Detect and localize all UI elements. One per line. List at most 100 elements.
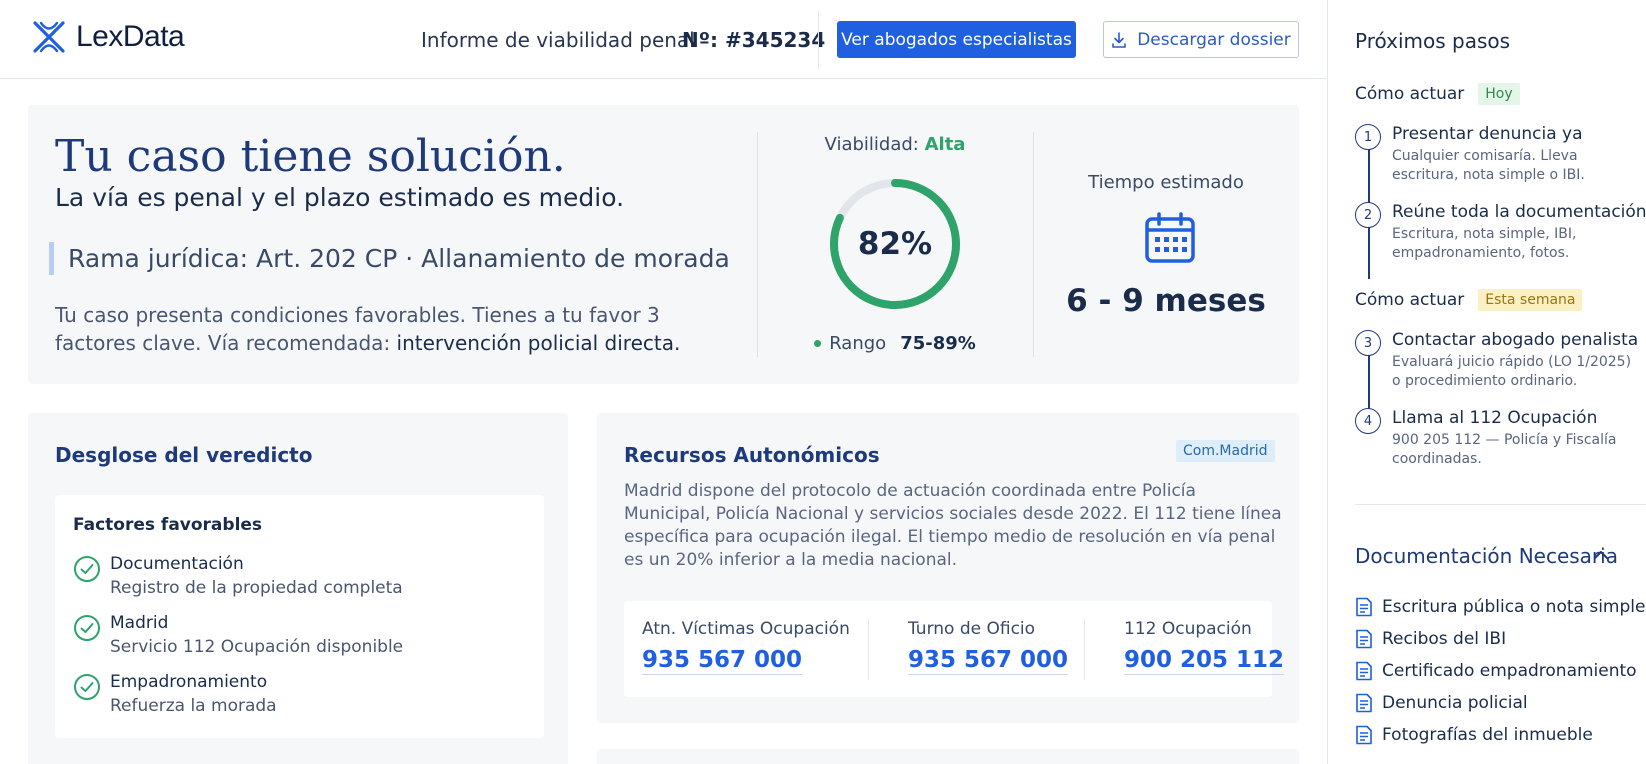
document-icon (1356, 693, 1372, 713)
brand-logo[interactable]: LexData (32, 20, 185, 54)
verdict-breakdown-card: Desglose del veredicto Factores favorabl… (28, 413, 568, 764)
step-number: 2 (1355, 202, 1381, 228)
region-badge: Com.Madrid (1176, 440, 1275, 462)
step-group-badge: Hoy (1478, 83, 1520, 105)
factor-detail: Refuerza la morada (110, 696, 277, 716)
x-logo-icon (33, 21, 65, 53)
doc-label: Recibos del IBI (1382, 629, 1507, 649)
regional-resources-card: Recursos Autonómicos Com.Madrid Madrid d… (597, 413, 1299, 723)
doc-item[interactable]: Recibos del IBI (1355, 629, 1506, 649)
header-divider (818, 11, 819, 69)
next-card (597, 749, 1299, 764)
step-number: 3 (1355, 330, 1381, 356)
verdict-summary-card: Tu caso tiene solución. La vía es penal … (28, 105, 1299, 384)
doc-label: Fotografías del inmueble (1382, 725, 1593, 745)
document-icon (1356, 725, 1372, 745)
download-icon (1112, 31, 1127, 48)
factor-title: Empadronamiento (110, 672, 268, 692)
factor-title: Madrid (110, 613, 169, 633)
contacts-panel: Atn. Víctimas Ocupación 935 567 000 Turn… (624, 601, 1285, 697)
step-group-badge: Esta semana (1478, 289, 1583, 311)
time-value: 6 - 9 meses (1066, 283, 1266, 319)
next-steps-sidebar: Próximos pasos Cómo actuar Hoy 1 Present… (1327, 0, 1646, 764)
hero-title: Tu caso tiene solución. (55, 131, 566, 182)
contact-phone-link[interactable]: 935 567 000 (642, 647, 803, 675)
hero-divider (757, 132, 758, 357)
favorable-factors-title: Factores favorables (73, 515, 263, 535)
step-detail: Cualquier comisaría. Lleva escritura, no… (1392, 148, 1585, 183)
doc-item[interactable]: Fotografías del inmueble (1355, 725, 1593, 745)
step-group-label: Cómo actuar (1355, 84, 1465, 104)
factor-detail: Servicio 112 Ocupación disponible (110, 637, 404, 657)
step-detail: Escritura, nota simple, IBI, empadronami… (1392, 226, 1577, 261)
report-number: Nº: #345234 (682, 28, 826, 52)
viability-label-text: Viabilidad: (824, 134, 919, 155)
hero-divider-2 (1033, 132, 1034, 357)
download-dossier-button[interactable]: Descargar dossier (1103, 21, 1299, 58)
contact-divider (868, 619, 869, 679)
contact-label: Atn. Víctimas Ocupación (642, 619, 850, 639)
calendar-icon (1145, 212, 1195, 263)
doc-label: Certificado empadronamiento (1382, 661, 1637, 681)
contact-phone-link[interactable]: 935 567 000 (908, 647, 1069, 675)
regional-resources-title: Recursos Autonómicos (624, 443, 880, 467)
range-value: 75-89% (900, 333, 976, 354)
contact-victims: Atn. Víctimas Ocupación 935 567 000 (642, 619, 850, 675)
factor-detail: Registro de la propiedad completa (110, 578, 403, 598)
document-icon (1356, 629, 1372, 649)
contact-112: 112 Ocupación 900 205 112 (1124, 619, 1285, 675)
view-lawyers-button[interactable]: Ver abogados especialistas (837, 21, 1076, 58)
sidebar-divider (1355, 504, 1646, 505)
factor-item: Documentación Registro de la propiedad c… (73, 553, 533, 601)
factor-item: Madrid Servicio 112 Ocupación disponible (73, 612, 533, 660)
doc-item[interactable]: Escritura pública o nota simple (1355, 597, 1645, 617)
range-dot (814, 340, 822, 347)
range-label: Rango (829, 333, 887, 354)
timeline-line (1368, 355, 1370, 415)
step-detail: Evaluará juicio rápido (LO 1/2025) o pro… (1392, 354, 1632, 389)
document-icon (1356, 597, 1372, 617)
step-group-label: Cómo actuar (1355, 290, 1465, 310)
verdict-breakdown-title: Desglose del veredicto (55, 443, 313, 467)
viability-level: Alta (924, 134, 966, 155)
docs-section-title[interactable]: Documentación Necesaria (1355, 544, 1618, 568)
top-bar: LexData Informe de viabilidad penal Nº: … (0, 0, 1327, 79)
doc-label: Denuncia policial (1382, 693, 1528, 713)
doc-label: Escritura pública o nota simple (1382, 597, 1646, 617)
step-title: Contactar abogado penalista (1392, 330, 1639, 350)
doc-item[interactable]: Denuncia policial (1355, 693, 1528, 713)
step-group-header: Cómo actuar Esta semana (1355, 289, 1583, 311)
step-title: Presentar denuncia ya (1392, 124, 1583, 144)
viability-range: Rango 75-89% (757, 333, 1033, 354)
contact-label: 112 Ocupación (1124, 619, 1252, 639)
step-title: Llama al 112 Ocupación (1392, 408, 1598, 428)
contact-label: Turno de Oficio (908, 619, 1036, 639)
hero-description: Tu caso presenta condiciones favorables.… (55, 301, 695, 357)
viability-label: Viabilidad: Alta (757, 134, 1033, 155)
chevron-up-icon[interactable] (1592, 546, 1610, 564)
check-circle-icon (74, 556, 100, 582)
contact-divider (1084, 619, 1085, 679)
factor-title: Documentación (110, 554, 244, 574)
download-dossier-label: Descargar dossier (1137, 29, 1291, 50)
document-icon (1356, 661, 1372, 681)
contact-phone-link[interactable]: 900 205 112 (1124, 647, 1285, 675)
regional-resources-description: Madrid dispone del protocolo de actuació… (624, 481, 1282, 570)
check-circle-icon (74, 615, 100, 641)
step-group-header: Cómo actuar Hoy (1355, 83, 1520, 105)
doc-item[interactable]: Certificado empadronamiento (1355, 661, 1637, 681)
brand-name: LexData (76, 20, 185, 53)
favorable-factors-panel: Factores favorables Documentación Regist… (55, 495, 544, 738)
factor-item: Empadronamiento Refuerza la morada (73, 671, 533, 719)
next-steps-title: Próximos pasos (1355, 29, 1511, 53)
recommended-path: intervención policial directa. (396, 331, 681, 355)
viability-percent: 82% (857, 226, 933, 262)
step-number: 1 (1355, 124, 1381, 150)
step-detail: 900 205 112 — Policía y Fiscalía coordin… (1392, 432, 1617, 467)
contact-duty-lawyer: Turno de Oficio 935 567 000 (908, 619, 1069, 675)
report-title: Informe de viabilidad penal (421, 28, 695, 52)
legal-branch: Rama jurídica: Art. 202 CP · Allanamient… (49, 242, 730, 275)
hero-subtitle: La vía es penal y el plazo estimado es m… (55, 183, 625, 212)
time-label: Tiempo estimado (1088, 172, 1244, 193)
step-title: Reúne toda la documentación (1392, 202, 1646, 222)
